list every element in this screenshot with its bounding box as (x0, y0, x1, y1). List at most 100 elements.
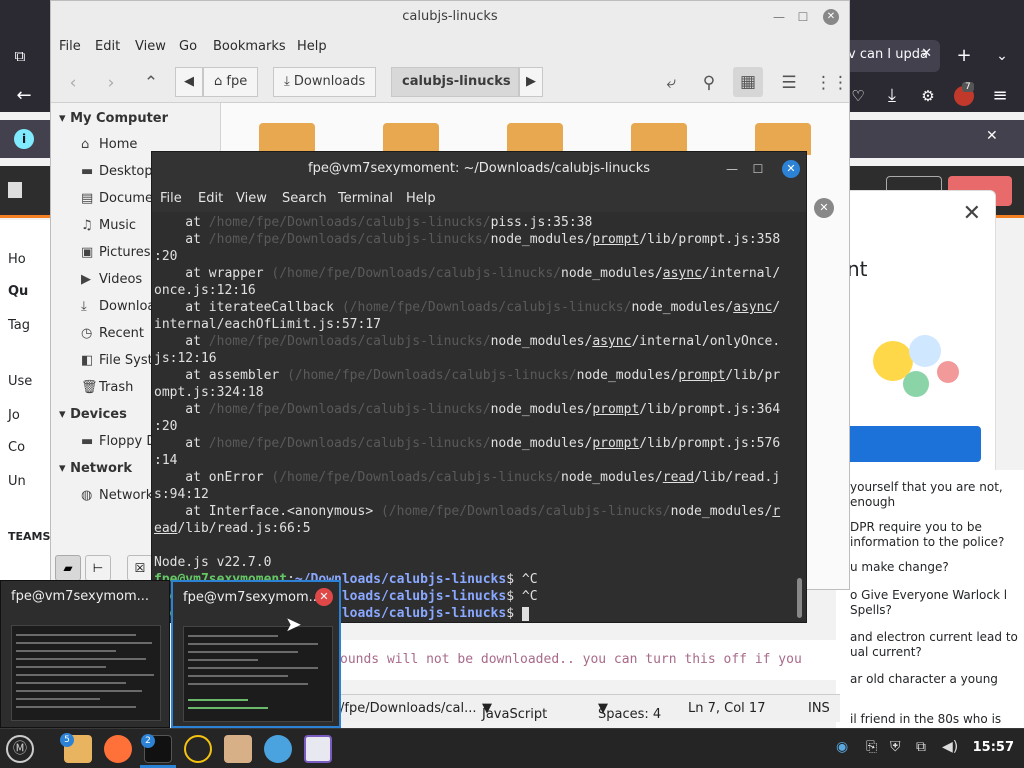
close-icon[interactable]: ✕ (823, 9, 839, 25)
clock[interactable]: 15:57 (973, 740, 1014, 755)
terminal-line: at onError (/home/fpe/Downloads/calubjs-… (154, 470, 781, 485)
hot-question[interactable]: o Give Everyone Warlock l Spells? (850, 588, 1020, 618)
search-icon[interactable]: ⚲ (697, 71, 721, 95)
minimize-icon[interactable]: — (771, 9, 787, 25)
shield-icon[interactable]: ⛨ (890, 739, 901, 755)
nav-item-home[interactable]: Ho (8, 252, 26, 267)
icon-view-icon[interactable]: ▦ (733, 67, 763, 97)
menu-icon[interactable] (8, 182, 22, 198)
dialog-close-icon[interactable]: ✕ (814, 198, 834, 218)
menu-bookmarks[interactable]: Bookmarks (213, 39, 286, 54)
menu-view[interactable]: View (135, 39, 166, 54)
sidebar-item-floppy[interactable]: ▬ Floppy D (81, 434, 156, 449)
browser-tab[interactable]: v can I upda ✕ (840, 40, 940, 72)
browser-app-icon[interactable] (264, 735, 292, 763)
maximize-icon[interactable]: ☐ (795, 9, 811, 25)
firefox-icon[interactable] (104, 735, 132, 763)
breadcrumb-left-arrow[interactable]: ◀ (175, 67, 203, 97)
sidebar-heading-network[interactable]: ▾ Network (59, 461, 132, 476)
hot-question[interactable]: DPR require you to be information to the… (850, 520, 1020, 550)
menu-search[interactable]: Search (282, 191, 327, 206)
text-editor-app-icon[interactable] (304, 735, 332, 763)
breadcrumb-home[interactable]: ⌂ fpe (203, 67, 259, 97)
download-icon[interactable]: ⤓ (878, 82, 906, 110)
menu-terminal[interactable]: Terminal (338, 191, 393, 206)
archive-app-icon[interactable] (224, 735, 252, 763)
sidebar-item-pictures[interactable]: ▣ Pictures (81, 245, 150, 260)
volume-icon[interactable]: ◀) (942, 739, 958, 755)
maximize-icon[interactable]: ☐ (750, 161, 766, 177)
files-app-icon[interactable]: 5 (60, 733, 92, 763)
toggle-location-icon[interactable]: ⤶ (659, 71, 683, 95)
minimize-icon[interactable]: — (724, 161, 740, 177)
hot-question[interactable]: il friend in the 80s who is (850, 712, 1020, 727)
window-preview-selected[interactable]: fpe@vm7sexymom... ✕ ➤ (171, 580, 341, 728)
window-preview[interactable]: fpe@vm7sexymom... (0, 580, 170, 728)
code-editor[interactable]: ounds will not be downloaded.. you can t… (330, 640, 840, 680)
breadcrumb-right-arrow[interactable]: ▶ (519, 67, 543, 97)
menu-icon[interactable]: ≡ (986, 82, 1014, 110)
preview-close-icon[interactable]: ✕ (315, 588, 333, 606)
hot-question[interactable]: u make change? (850, 560, 1020, 575)
terminal-output[interactable]: at /home/fpe/Downloads/calubjs-linucks/p… (152, 212, 806, 622)
menu-edit[interactable]: Edit (95, 39, 120, 54)
update-icon[interactable]: ◉ (836, 739, 848, 755)
sidebar-item-videos[interactable]: ▶ Videos (81, 272, 142, 287)
tree-toggle-icon[interactable]: ⊢ (85, 555, 111, 581)
editor-app-icon[interactable] (184, 735, 212, 763)
back-icon[interactable]: ← (10, 82, 38, 110)
sidebar-item-recent[interactable]: ◷ Recent (81, 326, 144, 341)
network-icon[interactable]: ⧉ (916, 739, 926, 755)
menu-file[interactable]: File (59, 39, 81, 54)
breadcrumb-current[interactable]: calubjs-linucks (391, 67, 519, 97)
menu-help[interactable]: Help (297, 39, 327, 54)
nav-item-companies[interactable]: Co (8, 440, 25, 455)
menu-go[interactable]: Go (179, 39, 197, 54)
sidebar-item-home[interactable]: ⌂ Home (81, 137, 137, 152)
compact-view-icon[interactable]: ⋮⋮ (815, 71, 849, 95)
places-toggle-icon[interactable]: ▰ (55, 555, 81, 581)
tab-close-icon[interactable]: ✕ (921, 46, 932, 61)
terminal-app-icon[interactable]: 2 (141, 734, 172, 763)
status-position[interactable]: Ln 7, Col 17 (688, 701, 765, 716)
modal-primary-button[interactable] (843, 426, 981, 462)
hot-question[interactable]: and electron current lead to ual current… (850, 630, 1020, 660)
nav-item-tags[interactable]: Tag (8, 318, 30, 333)
extensions-icon[interactable]: ⚙ (914, 82, 942, 110)
sidebar-item-music[interactable]: ♫ Music (81, 218, 136, 233)
clipboard-icon[interactable]: ⎘ (866, 739, 877, 755)
menu-view[interactable]: View (236, 191, 267, 206)
menu-file[interactable]: File (160, 191, 182, 206)
sidebar-item-network[interactable]: ◍ Network (81, 488, 153, 503)
sidebar-heading-my-computer[interactable]: ▾ My Computer (59, 111, 168, 126)
sidebar-item-trash[interactable]: 🗑Trash (81, 380, 133, 395)
sidebar-close-icon[interactable]: ☒ (127, 555, 153, 581)
sidebar-heading-devices[interactable]: ▾ Devices (59, 407, 127, 422)
nav-item-users[interactable]: Use (8, 374, 32, 389)
hot-question[interactable]: yourself that you are not, enough (850, 480, 1020, 510)
start-menu-icon[interactable]: Ⓜ (6, 735, 34, 763)
terminal-scrollbar[interactable] (797, 578, 802, 618)
menu-help[interactable]: Help (406, 191, 436, 206)
infobar-close-icon[interactable]: ✕ (986, 128, 998, 144)
nav-item-questions[interactable]: Qu (8, 284, 28, 299)
modal-close-icon[interactable]: ✕ (963, 201, 981, 226)
breadcrumb-downloads[interactable]: ⤓ Downloads (273, 67, 377, 97)
nav-item-jobs[interactable]: Jo (8, 408, 20, 423)
tab-list-icon[interactable]: ⌄ (988, 42, 1016, 70)
up-icon[interactable]: ⌃ (139, 71, 163, 95)
status-spaces[interactable]: Spaces: 4 ▼ (598, 701, 661, 722)
status-mode[interactable]: INS (808, 701, 830, 716)
hot-question[interactable]: ar old character a young (850, 672, 1020, 687)
back-icon[interactable]: ‹ (61, 71, 85, 95)
tab-overview-icon[interactable]: ⧉ (6, 42, 34, 70)
sidebar-item-desktop[interactable]: ▬ Desktop (81, 164, 153, 179)
menu-edit[interactable]: Edit (198, 191, 223, 206)
status-language[interactable]: JavaScript ▼ (482, 701, 547, 722)
list-view-icon[interactable]: ☰ (777, 71, 801, 95)
new-tab-icon[interactable]: + (950, 42, 978, 70)
nav-item-unanswered[interactable]: Un (8, 474, 26, 489)
forward-icon[interactable]: › (99, 71, 123, 95)
terminal-line: js:12:16 (154, 351, 217, 366)
close-icon[interactable]: ✕ (782, 160, 800, 178)
